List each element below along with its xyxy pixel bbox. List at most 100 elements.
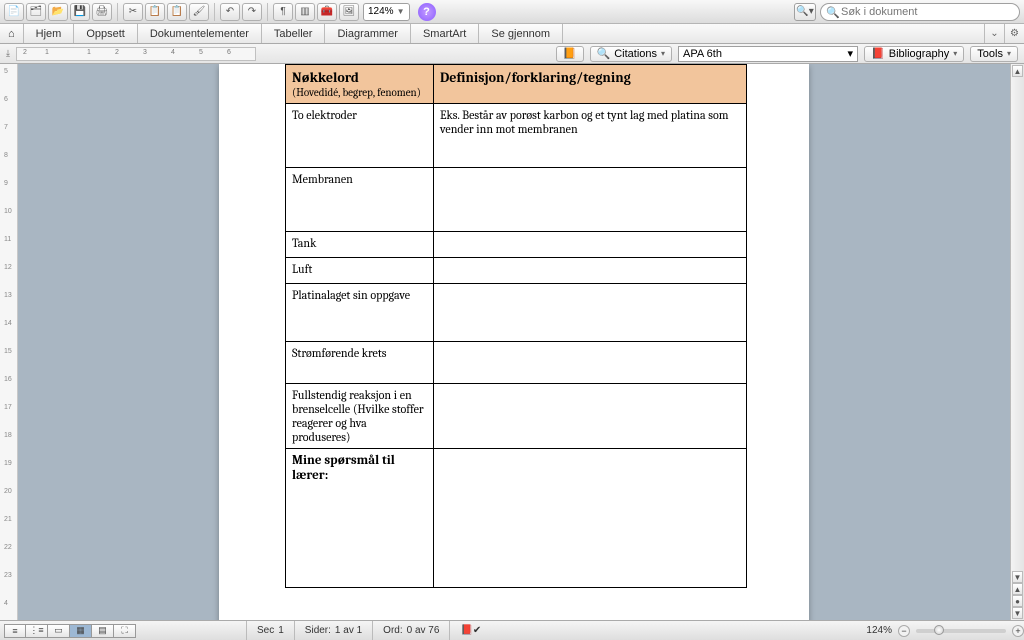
vertical-scrollbar[interactable]: ▲ ▼ ▲ ● ▼: [1010, 64, 1024, 620]
search-scope-button[interactable]: 🔍▾: [794, 3, 816, 21]
document-canvas[interactable]: Nøkkelord (Hovedidé, begrep, fenomen) De…: [18, 64, 1010, 620]
view-fullscreen-icon[interactable]: ⛶: [114, 624, 136, 638]
cell-keyword[interactable]: To elektroder: [286, 104, 434, 168]
cell-keyword[interactable]: Platinalaget sin oppgave: [286, 284, 434, 342]
tab-selector-icon[interactable]: ⤓: [6, 48, 10, 59]
view-notebook-icon[interactable]: ▤: [92, 624, 114, 638]
footer-cell-answer[interactable]: [434, 449, 747, 588]
header-cell-keyword[interactable]: Nøkkelord (Hovedidé, begrep, fenomen): [286, 65, 434, 104]
view-publishing-icon[interactable]: ▭: [48, 624, 70, 638]
scroll-down-icon[interactable]: ▼: [1012, 571, 1023, 583]
zoom-slider[interactable]: [916, 629, 1006, 633]
view-draft-icon[interactable]: ≡: [4, 624, 26, 638]
citation-style-select[interactable]: APA 6th ▾: [678, 46, 858, 62]
status-pages[interactable]: Sider: 1 av 1: [294, 621, 372, 640]
sec-value: 1: [278, 625, 284, 636]
tab-hjem[interactable]: Hjem: [24, 24, 75, 43]
tab-oppsett[interactable]: Oppsett: [74, 24, 138, 43]
vruler-mark: 15: [4, 348, 12, 355]
horizontal-ruler[interactable]: 2 1 1 2 3 4 5 6: [16, 46, 256, 62]
tab-diagrammer[interactable]: Diagrammer: [325, 24, 411, 43]
cell-keyword[interactable]: Tank: [286, 232, 434, 258]
undo-icon[interactable]: ↶: [220, 3, 240, 21]
pilcrow-icon[interactable]: ¶: [273, 3, 293, 21]
view-outline-icon[interactable]: ⋮≡: [26, 624, 48, 638]
status-words[interactable]: Ord: 0 av 76: [372, 621, 449, 640]
zoom-selector[interactable]: 124% ▼: [363, 3, 410, 21]
open-icon[interactable]: 📂: [48, 3, 68, 21]
vruler-mark: 16: [4, 376, 12, 383]
cell-definition[interactable]: [434, 384, 747, 449]
zoom-in-icon[interactable]: +: [1012, 625, 1024, 637]
status-section[interactable]: Sec 1: [246, 621, 294, 640]
tab-segjennom[interactable]: Se gjennom: [479, 24, 563, 43]
table-row: Luft: [286, 258, 747, 284]
vruler-mark: 18: [4, 432, 12, 439]
cell-keyword[interactable]: Luft: [286, 258, 434, 284]
sidebar-icon[interactable]: ▥: [295, 3, 315, 21]
format-painter-icon[interactable]: 🖌: [189, 3, 209, 21]
cell-definition[interactable]: Eks. Består av porøst karbon og et tynt …: [434, 104, 747, 168]
sec-label: Sec: [257, 625, 274, 636]
bibliography-button[interactable]: 📕 Bibliography ▾: [864, 46, 964, 62]
vruler-mark: 17: [4, 404, 12, 411]
cell-definition[interactable]: [434, 232, 747, 258]
vertical-ruler[interactable]: 5678910111213141516171819202122234: [0, 64, 18, 620]
tab-tabeller[interactable]: Tabeller: [262, 24, 326, 43]
cell-definition[interactable]: [434, 342, 747, 384]
table-row: Strømførende krets: [286, 342, 747, 384]
media-icon[interactable]: 🖼: [339, 3, 359, 21]
template-icon[interactable]: 🗂: [26, 3, 46, 21]
toolbox-icon[interactable]: 🧰: [317, 3, 337, 21]
cell-keyword[interactable]: Fullstendig reaksjon i en brenselcelle (…: [286, 384, 434, 449]
vruler-mark: 11: [4, 236, 11, 243]
ruler-mark: 3: [143, 49, 147, 56]
cell-keyword[interactable]: Strømførende krets: [286, 342, 434, 384]
manage-sources-button[interactable]: 📙: [556, 46, 584, 62]
copy-icon[interactable]: 📋: [145, 3, 165, 21]
redo-icon[interactable]: ↷: [242, 3, 262, 21]
ribbon-tabs: ⌂ Hjem Oppsett Dokumentelementer Tabelle…: [0, 24, 1024, 44]
footer-cell-question[interactable]: Mine spørsmål til lærer:: [286, 449, 434, 588]
pages-value: 1 av 1: [335, 625, 362, 636]
table-row: Membranen: [286, 168, 747, 232]
status-spellcheck-icon[interactable]: 📕✔: [449, 621, 491, 640]
tools-button[interactable]: Tools ▾: [970, 46, 1018, 62]
help-icon[interactable]: ?: [418, 3, 436, 21]
ruler-mark: 2: [23, 49, 27, 56]
cell-keyword[interactable]: Membranen: [286, 168, 434, 232]
print-icon[interactable]: 🖨: [92, 3, 112, 21]
footer-question-text: Mine spørsmål til lærer:: [292, 453, 427, 483]
browse-object-icon[interactable]: ●: [1012, 595, 1023, 607]
cell-definition[interactable]: [434, 258, 747, 284]
scroll-up-icon[interactable]: ▲: [1012, 65, 1023, 77]
content-table[interactable]: Nøkkelord (Hovedidé, begrep, fenomen) De…: [285, 64, 747, 588]
search-input[interactable]: [841, 6, 1013, 18]
citation-style-value: APA 6th: [683, 48, 722, 60]
save-icon[interactable]: 💾: [70, 3, 90, 21]
ribbon-settings-icon[interactable]: ⚙: [1004, 24, 1024, 43]
zoom-out-icon[interactable]: −: [898, 625, 910, 637]
cut-icon[interactable]: ✂: [123, 3, 143, 21]
page: Nøkkelord (Hovedidé, begrep, fenomen) De…: [219, 64, 809, 620]
citations-button[interactable]: 🔍 Citations ▾: [590, 46, 673, 62]
new-doc-icon[interactable]: 📄: [4, 3, 24, 21]
status-bar: ≡ ⋮≡ ▭ ▦ ▤ ⛶ Sec 1 Sider: 1 av 1 Ord: 0 …: [0, 620, 1024, 640]
next-page-icon[interactable]: ▼: [1012, 607, 1023, 619]
ruler-mark: 5: [199, 49, 203, 56]
cell-definition[interactable]: [434, 284, 747, 342]
book-icon: 📕: [871, 47, 885, 60]
tab-home-icon[interactable]: ⌂: [0, 24, 24, 43]
search-field-wrap[interactable]: 🔍: [820, 3, 1020, 21]
view-print-icon[interactable]: ▦: [70, 624, 92, 638]
cell-definition[interactable]: [434, 168, 747, 232]
prev-page-icon[interactable]: ▲: [1012, 583, 1023, 595]
tab-dokumentelementer[interactable]: Dokumentelementer: [138, 24, 262, 43]
header-keyword-title: Nøkkelord: [292, 69, 427, 86]
header-cell-definition[interactable]: Definisjon/forklaring/tegning: [434, 65, 747, 104]
zoom-knob[interactable]: [934, 625, 944, 635]
vruler-mark: 10: [4, 208, 12, 215]
tab-smartart[interactable]: SmartArt: [411, 24, 479, 43]
ribbon-collapse-icon[interactable]: ⌄: [984, 24, 1004, 43]
paste-icon[interactable]: 📋: [167, 3, 187, 21]
